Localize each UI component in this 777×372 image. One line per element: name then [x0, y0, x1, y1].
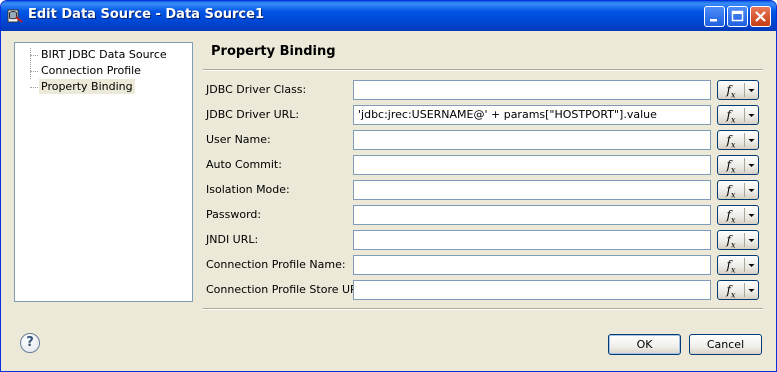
title-bar[interactable]: Edit Data Source - Data Source1	[1, 1, 776, 31]
jndi-url-input[interactable]	[353, 230, 711, 250]
close-button[interactable]	[750, 6, 771, 27]
dropdown-arrow-icon[interactable]	[745, 131, 758, 149]
field-label: Auto Commit:	[206, 158, 282, 171]
minimize-button[interactable]	[704, 6, 725, 27]
function-icon[interactable]: fx	[718, 206, 744, 224]
function-icon[interactable]: fx	[718, 81, 744, 99]
ok-button[interactable]: OK	[608, 334, 681, 355]
dropdown-arrow-icon[interactable]	[745, 81, 758, 99]
dialog-body: BIRT JDBC Data Source Connection Profile…	[4, 31, 773, 368]
header-separator	[203, 69, 763, 71]
tree-item-property-binding[interactable]: Property Binding	[39, 79, 135, 94]
expression-builder-button[interactable]: fx	[717, 180, 759, 200]
content-separator	[203, 308, 763, 310]
maximize-icon	[731, 10, 744, 22]
tree-item-connection-profile[interactable]: Connection Profile	[39, 63, 143, 78]
maximize-button[interactable]	[727, 6, 748, 27]
dropdown-arrow-icon[interactable]	[745, 256, 758, 274]
expression-builder-button[interactable]: fx	[717, 255, 759, 275]
function-icon[interactable]: fx	[718, 156, 744, 174]
expression-builder-button[interactable]: fx	[717, 230, 759, 250]
field-label: JDBC Driver URL:	[206, 108, 300, 121]
connection-profile-store-url-input[interactable]	[353, 280, 711, 300]
dropdown-arrow-icon[interactable]	[745, 206, 758, 224]
page-title: Property Binding	[211, 44, 336, 59]
function-icon[interactable]: fx	[718, 281, 744, 299]
field-label: JNDI URL:	[206, 233, 259, 246]
expression-builder-button[interactable]: fx	[717, 130, 759, 150]
data-source-icon	[7, 9, 23, 23]
dropdown-arrow-icon[interactable]	[745, 181, 758, 199]
expression-builder-button[interactable]: fx	[717, 205, 759, 225]
expression-builder-button[interactable]: fx	[717, 155, 759, 175]
expression-builder-button[interactable]: fx	[717, 280, 759, 300]
cancel-button[interactable]: Cancel	[689, 334, 762, 355]
function-icon[interactable]: fx	[718, 256, 744, 274]
password-input[interactable]	[353, 205, 711, 225]
field-label: JDBC Driver Class:	[206, 83, 307, 96]
expression-builder-button[interactable]: fx	[717, 80, 759, 100]
minimize-icon	[710, 19, 717, 22]
field-label: Password:	[206, 208, 262, 221]
jdbc-driver-url-input[interactable]: 'jdbc:jrec:USERNAME@' + params["HOSTPORT…	[353, 105, 711, 125]
field-label: Connection Profile Store URL:	[206, 283, 368, 296]
jdbc-driver-class-input[interactable]	[353, 80, 711, 100]
dropdown-arrow-icon[interactable]	[745, 231, 758, 249]
navigation-tree[interactable]: BIRT JDBC Data Source Connection Profile…	[14, 42, 193, 302]
help-icon[interactable]: ?	[20, 333, 40, 353]
function-icon[interactable]: fx	[718, 231, 744, 249]
auto-commit-input[interactable]	[353, 155, 711, 175]
field-label: User Name:	[206, 133, 271, 146]
isolation-mode-input[interactable]	[353, 180, 711, 200]
field-label: Isolation Mode:	[206, 183, 290, 196]
dropdown-arrow-icon[interactable]	[745, 106, 758, 124]
connection-profile-name-input[interactable]	[353, 255, 711, 275]
function-icon[interactable]: fx	[718, 181, 744, 199]
window-title: Edit Data Source - Data Source1	[28, 7, 264, 22]
function-icon[interactable]: fx	[718, 106, 744, 124]
user-name-input[interactable]	[353, 130, 711, 150]
tree-item-jdbc-data-source[interactable]: BIRT JDBC Data Source	[39, 47, 169, 62]
function-icon[interactable]: fx	[718, 131, 744, 149]
field-label: Connection Profile Name:	[206, 258, 346, 271]
close-icon	[755, 11, 766, 22]
dropdown-arrow-icon[interactable]	[745, 281, 758, 299]
expression-builder-button[interactable]: fx	[717, 105, 759, 125]
dropdown-arrow-icon[interactable]	[745, 156, 758, 174]
dialog-window: Edit Data Source - Data Source1 BIRT JDB…	[0, 0, 777, 372]
